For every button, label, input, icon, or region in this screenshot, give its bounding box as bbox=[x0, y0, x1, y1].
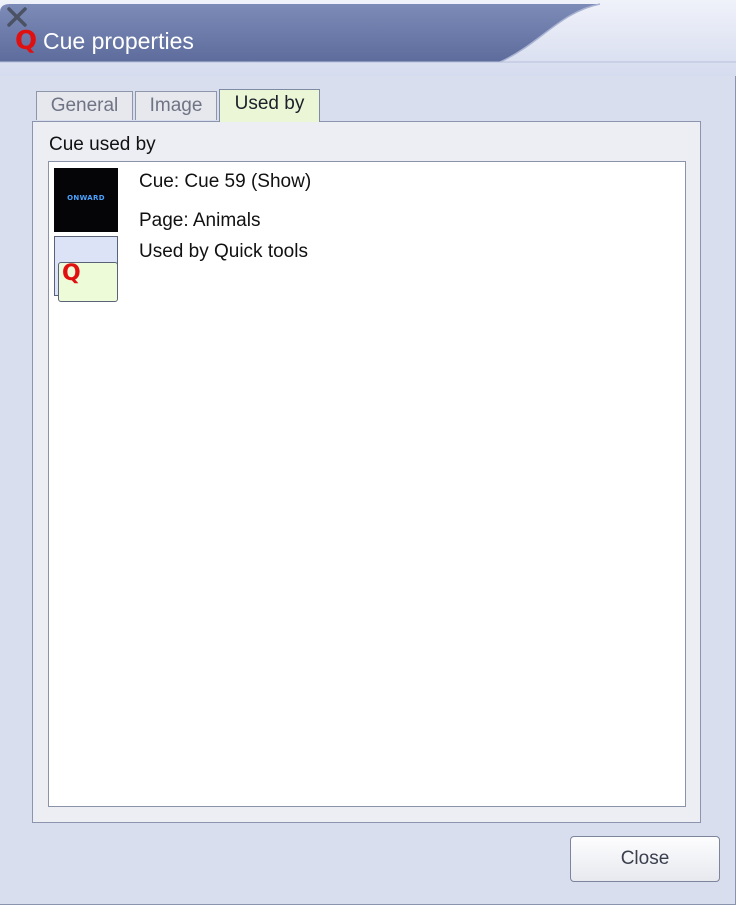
used-by-list[interactable]: ONWARD Cue: Cue 59 (Show) Page: Animals … bbox=[48, 161, 686, 807]
cue-properties-dialog: Q Cue properties General Image Used by C… bbox=[0, 0, 736, 905]
close-button[interactable]: Close bbox=[570, 836, 720, 882]
tab-general[interactable]: General bbox=[36, 91, 133, 120]
tab-used-by[interactable]: Used by bbox=[219, 89, 320, 122]
show-cue-thumbnail: ONWARD bbox=[54, 168, 118, 232]
thumbnail-text: ONWARD bbox=[67, 194, 105, 202]
tab-image[interactable]: Image bbox=[135, 91, 217, 120]
list-item[interactable]: Q Used by Quick tools bbox=[54, 236, 674, 304]
item-quick-tools-line: Used by Quick tools bbox=[139, 241, 308, 262]
window-title: Cue properties bbox=[43, 28, 194, 54]
quick-tools-q-glyph: Q bbox=[62, 261, 81, 286]
list-item[interactable]: ONWARD Cue: Cue 59 (Show) Page: Animals bbox=[54, 168, 674, 234]
section-label: Cue used by bbox=[49, 134, 156, 155]
item-page-line: Page: Animals bbox=[139, 210, 261, 231]
close-icon[interactable] bbox=[0, 0, 34, 34]
item-cue-line: Cue: Cue 59 (Show) bbox=[139, 171, 312, 192]
quick-tools-icon: Q bbox=[54, 236, 120, 302]
title-bar[interactable]: Q Cue properties bbox=[0, 0, 736, 76]
